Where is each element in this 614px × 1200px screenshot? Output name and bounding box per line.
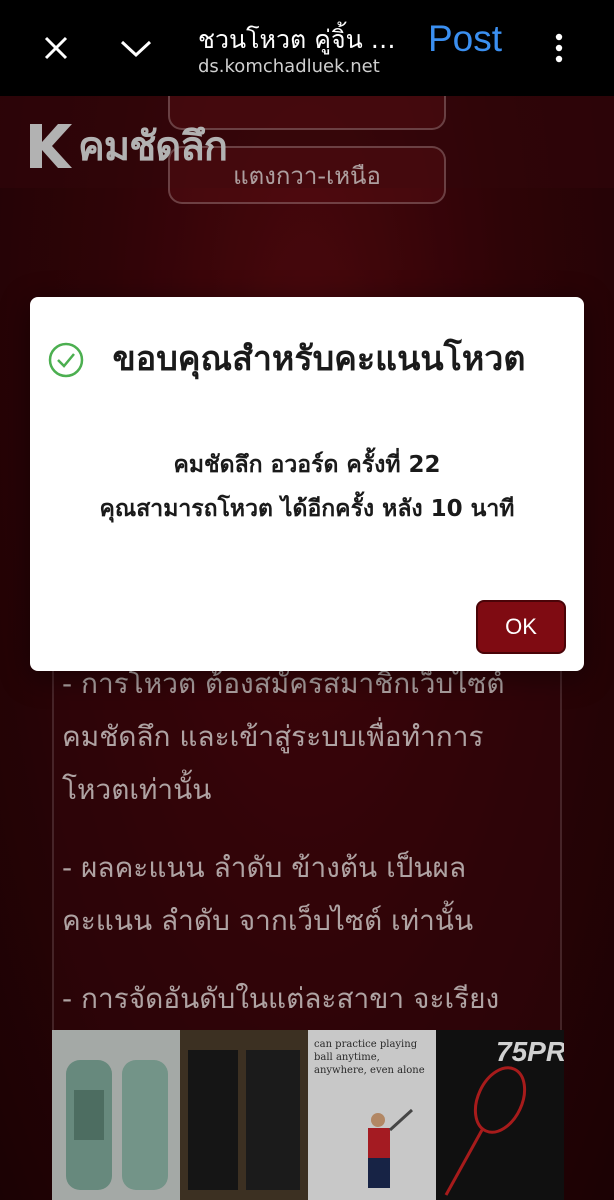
close-icon [44, 36, 68, 60]
page-url[interactable]: ds.komchadluek.net [198, 56, 403, 77]
dialog-award-text: คมชัดลึก อวอร์ด ครั้งที่ 22 [173, 452, 441, 478]
dialog-wait-text: คุณสามารถโหวต ได้อีกครั้ง หลัง 10 นาที [99, 496, 515, 522]
vote-success-dialog: ขอบคุณสำหรับคะแนนโหวต คมชัดลึก อวอร์ด คร… [30, 297, 584, 671]
check-circle-icon [48, 342, 84, 378]
post-button[interactable]: Post [428, 18, 502, 60]
browser-toolbar: ชวนโหวต คู่จิ้น ยู... ds.komchadluek.net… [0, 0, 614, 96]
dialog-title: ขอบคุณสำหรับคะแนนโหวต [112, 339, 526, 379]
more-vert-icon [555, 33, 563, 63]
more-button[interactable] [544, 28, 574, 68]
collapse-button[interactable] [116, 28, 156, 68]
screen: แตงกวา-เหนือ คมชัดลึก - การโหวต ต้องสมัค… [0, 0, 614, 1200]
ok-button[interactable]: OK [476, 600, 566, 654]
chevron-down-icon [120, 40, 152, 58]
page-title: ชวนโหวต คู่จิ้น ยู... [198, 25, 403, 54]
close-button[interactable] [36, 28, 76, 68]
